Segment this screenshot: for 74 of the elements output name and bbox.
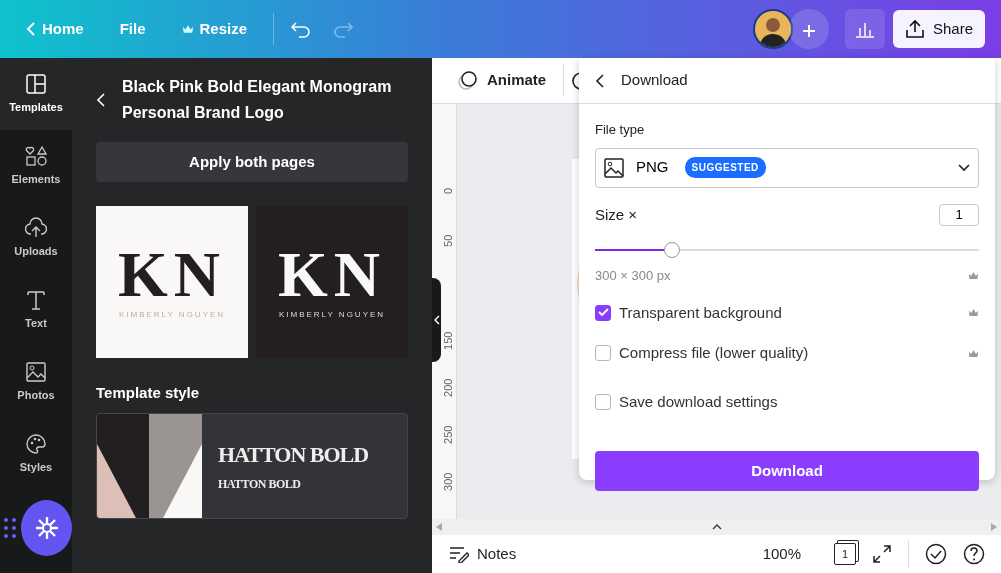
slider-thumb[interactable] <box>663 242 680 258</box>
ruler-label: 250 <box>441 425 456 446</box>
ruler-label: 200 <box>441 378 456 400</box>
sidebar-tab[interactable]: Text <box>0 274 72 346</box>
check-icon[interactable] <box>925 542 947 565</box>
file-type-value: PNG <box>636 157 669 178</box>
expand-tray-icon[interactable] <box>711 524 722 531</box>
text-icon <box>25 288 47 311</box>
sidebar-tab[interactable]: Templates <box>0 58 72 130</box>
ruler-label: 300 <box>441 472 456 493</box>
crown-icon <box>968 271 979 281</box>
option-label: Compress file (lower quality) <box>619 343 810 363</box>
bar-chart-icon <box>854 20 875 38</box>
checkbox[interactable] <box>595 345 611 362</box>
ruler-label: 150 <box>441 331 456 353</box>
shapes-icon <box>25 144 47 167</box>
back-chevron-icon <box>26 21 36 37</box>
insights-button[interactable] <box>844 9 885 49</box>
field-label: File type <box>595 121 646 139</box>
caret-icon <box>958 163 970 172</box>
section-heading: Template style <box>96 383 201 403</box>
help-icon[interactable] <box>963 542 985 565</box>
sidebar-tab[interactable]: Elements <box>0 130 72 202</box>
undo-icon[interactable] <box>290 20 313 38</box>
download-button[interactable]: Download <box>595 451 979 491</box>
option-label: Transparent background <box>619 302 783 323</box>
sidebar-tab[interactable]: Styles <box>0 418 72 490</box>
suggested-label: SUGGESTED <box>684 157 766 178</box>
field-label: Size × <box>595 204 638 225</box>
template-preview[interactable]: KN KIMBERLY NGUYEN <box>256 206 408 358</box>
checkbox[interactable] <box>595 393 611 410</box>
collapse-handle[interactable] <box>432 278 441 362</box>
sparkle-icon <box>34 516 59 540</box>
style-card[interactable]: HATTON BOLD HATTON BOLD <box>96 412 408 519</box>
zoom-level[interactable]: 100% <box>761 541 802 567</box>
share-button[interactable]: Share <box>892 9 985 49</box>
dimensions-text: 300 × 300 px <box>595 267 671 285</box>
apply-button[interactable]: Apply both pages <box>96 142 408 182</box>
plus-icon <box>801 23 816 38</box>
brand-name: KIMBERLY NGUYEN <box>278 309 386 321</box>
image-icon <box>604 157 624 178</box>
cloud-upload-icon <box>25 216 47 239</box>
horizontal-scrollbar[interactable] <box>432 519 1001 535</box>
upload-icon <box>904 19 925 39</box>
size-input[interactable]: 1 <box>939 203 979 226</box>
monogram: KN <box>278 243 386 307</box>
template-title: Black Pink Bold Elegant Monogram Personal Brand Logo <box>122 77 393 123</box>
page-count-button[interactable]: 1 <box>834 542 856 565</box>
palette-icon <box>25 432 47 455</box>
file-type-dropdown[interactable]: PNG SUGGESTED <box>595 147 979 188</box>
add-button[interactable] <box>788 9 829 49</box>
avatar[interactable] <box>752 9 793 49</box>
ruler-label: 0 <box>441 188 456 197</box>
animate-button[interactable]: Animate <box>448 64 556 97</box>
redo-icon <box>332 20 355 38</box>
template-preview[interactable]: KN KIMBERLY NGUYEN <box>96 206 248 358</box>
drag-handle-icon[interactable] <box>3 517 17 539</box>
sidebar-tab[interactable]: Photos <box>0 346 72 418</box>
fullscreen-icon[interactable] <box>872 543 892 564</box>
notes-button[interactable]: Notes <box>448 541 518 567</box>
brand-name: KIMBERLY NGUYEN <box>118 309 226 321</box>
option-label: Save download settings <box>619 391 779 412</box>
back-chevron-icon[interactable] <box>595 72 605 89</box>
checkbox[interactable] <box>595 304 611 321</box>
panel-title: Download <box>621 70 688 91</box>
animate-icon <box>457 69 479 92</box>
image-icon <box>25 360 47 383</box>
font-sample: HATTON BOLD <box>218 441 369 469</box>
notes-icon <box>449 544 469 563</box>
templates-icon <box>25 72 47 95</box>
monogram: KN <box>118 243 226 307</box>
sidebar-tab[interactable]: Uploads <box>0 202 72 274</box>
ruler-label: 50 <box>441 234 456 250</box>
font-sample: HATTON BOLD <box>218 476 302 493</box>
